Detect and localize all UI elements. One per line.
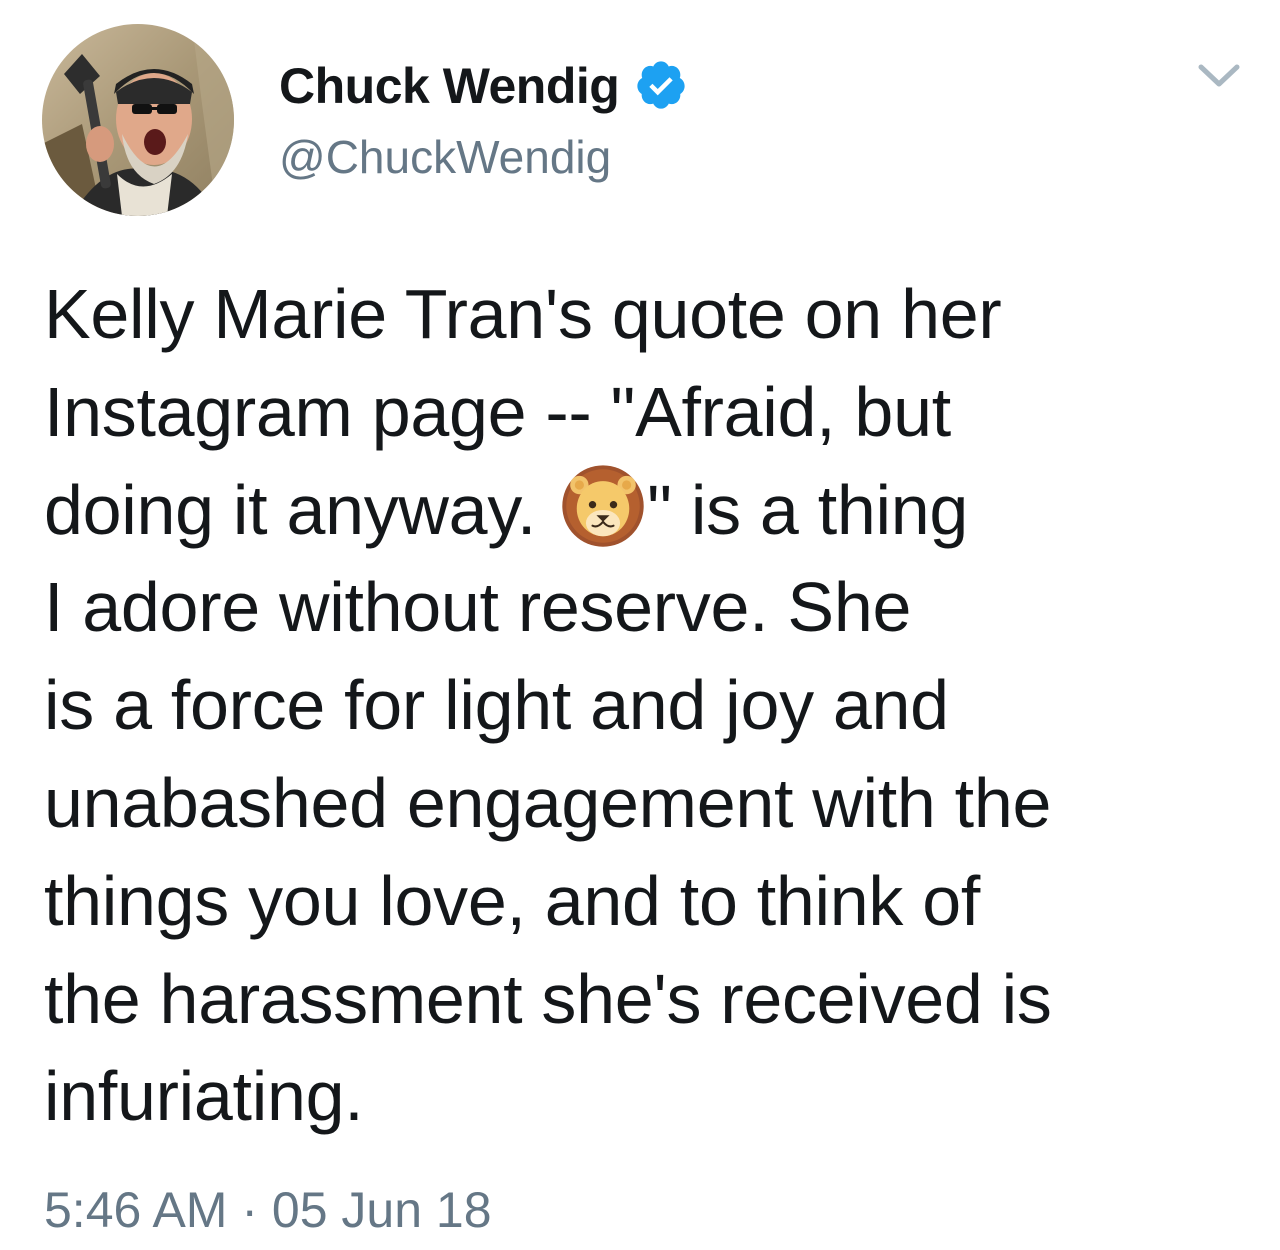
tweet-line: is a force for light and joy and xyxy=(44,666,949,745)
tweet-card: Chuck Wendig @ChuckWendig Kelly Marie Tr… xyxy=(0,0,1280,1250)
tweet-timestamp[interactable]: 5:46 AM · 05 Jun 18 xyxy=(44,1180,492,1240)
display-name[interactable]: Chuck Wendig xyxy=(279,56,620,116)
chevron-down-icon[interactable] xyxy=(1196,60,1242,90)
timestamp-separator: · xyxy=(241,1182,259,1238)
tweet-line: things you love, and to think of xyxy=(44,861,981,940)
tweet-text: Kelly Marie Tran's quote on her Instagra… xyxy=(44,266,1244,1146)
tweet-line: I adore without reserve. She xyxy=(44,568,912,647)
tweet-line: Instagram page -- "Afraid, but xyxy=(44,372,951,451)
avatar[interactable] xyxy=(42,24,234,216)
tweet-line: unabashed engagement with the xyxy=(44,763,1052,842)
tweet-date: 05 Jun 18 xyxy=(271,1182,492,1238)
lion-face-emoji xyxy=(562,464,644,547)
tweet-line: infuriating. xyxy=(44,1057,364,1136)
tweet-line: Kelly Marie Tran's quote on her xyxy=(44,275,1002,353)
tweet-line-segment: doing it anyway. xyxy=(44,470,556,549)
user-handle[interactable]: @ChuckWendig xyxy=(279,129,611,185)
tweet-time: 5:46 AM xyxy=(44,1182,228,1238)
avatar-photo-icon xyxy=(42,24,234,216)
tweet-line-segment: " is a thing xyxy=(647,470,968,549)
verified-badge-icon xyxy=(637,61,685,109)
tweet-line: the harassment she's received is xyxy=(44,959,1052,1038)
tweet-line: doing it anyway. " is a thing xyxy=(44,462,1244,560)
